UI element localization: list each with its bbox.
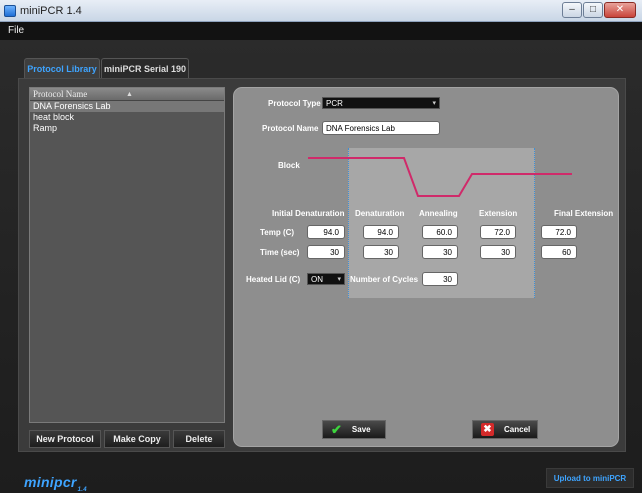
- stage-header-initial-denaturation: Initial Denaturation: [272, 209, 345, 218]
- temp-final-extension-input[interactable]: 72.0: [541, 225, 577, 239]
- upload-button[interactable]: Upload to miniPCR: [546, 468, 634, 488]
- time-final-extension-input[interactable]: 60: [541, 245, 577, 259]
- checkmark-icon: ✔: [331, 421, 342, 437]
- window-controls: – □ ✕: [562, 2, 636, 18]
- save-button[interactable]: ✔ Save: [322, 420, 386, 439]
- list-header-label: Protocol Name: [33, 89, 88, 99]
- cycles-label: Number of Cycles: [350, 275, 419, 284]
- temp-initial-denaturation-input[interactable]: 94.0: [307, 225, 345, 239]
- menu-bar: File: [0, 22, 642, 40]
- logo-version: 1.4: [77, 486, 87, 493]
- tab-protocol-library[interactable]: Protocol Library: [24, 58, 100, 78]
- window-title: miniPCR 1.4: [20, 5, 82, 17]
- stage-header-final-extension: Final Extension: [554, 209, 614, 218]
- stage-header-extension: Extension: [479, 209, 518, 218]
- menu-file[interactable]: File: [8, 25, 24, 36]
- cancel-label: Cancel: [504, 425, 531, 434]
- heated-lid-select[interactable]: ON ▾: [307, 273, 345, 285]
- minipcr-logo: minipcr1.4: [24, 474, 87, 493]
- sort-arrow-icon: ▲: [126, 90, 133, 98]
- title-bar: miniPCR 1.4 – □ ✕: [0, 0, 642, 22]
- profile-line: [308, 157, 572, 197]
- cancel-button[interactable]: ✖ Cancel: [472, 420, 538, 439]
- heated-lid-label: Heated Lid (C): [246, 275, 301, 284]
- heated-lid-value: ON: [311, 275, 323, 284]
- stage-header-annealing: Annealing: [419, 209, 458, 218]
- list-item[interactable]: DNA Forensics Lab: [30, 101, 224, 112]
- tab-minipcr-serial[interactable]: miniPCR Serial 190: [101, 58, 189, 78]
- stage-header-denaturation: Denaturation: [355, 209, 405, 218]
- library-panel: Protocol Name ▲ DNA Forensics Lab heat b…: [18, 78, 626, 452]
- temp-annealing-input[interactable]: 60.0: [422, 225, 458, 239]
- app-icon: [4, 5, 16, 17]
- work-area: Protocol Library miniPCR Serial 190 Prot…: [0, 40, 642, 493]
- time-initial-denaturation-input[interactable]: 30: [307, 245, 345, 259]
- close-icon: ✖: [481, 423, 494, 436]
- delete-button[interactable]: Delete: [173, 430, 225, 448]
- temp-denaturation-input[interactable]: 94.0: [363, 225, 399, 239]
- protocol-editor: Protocol Type PCR ▾ Protocol Name DNA Fo…: [233, 87, 619, 447]
- cycles-input[interactable]: 30: [422, 272, 458, 286]
- logo-text: minipcr: [24, 474, 77, 490]
- close-icon[interactable]: ✕: [604, 2, 636, 18]
- make-copy-button[interactable]: Make Copy: [104, 430, 170, 448]
- time-denaturation-input[interactable]: 30: [363, 245, 399, 259]
- list-header[interactable]: Protocol Name ▲: [30, 88, 224, 101]
- list-item[interactable]: Ramp: [30, 123, 224, 134]
- temp-extension-input[interactable]: 72.0: [480, 225, 516, 239]
- protocol-list: Protocol Name ▲ DNA Forensics Lab heat b…: [29, 87, 225, 423]
- time-annealing-input[interactable]: 30: [422, 245, 458, 259]
- minimize-icon[interactable]: –: [562, 2, 582, 18]
- time-label: Time (sec): [260, 248, 300, 257]
- chevron-down-icon: ▾: [337, 276, 341, 283]
- maximize-icon[interactable]: □: [583, 2, 603, 18]
- list-item[interactable]: heat block: [30, 112, 224, 123]
- new-protocol-button[interactable]: New Protocol: [29, 430, 101, 448]
- save-label: Save: [351, 425, 371, 434]
- time-extension-input[interactable]: 30: [480, 245, 516, 259]
- temp-label: Temp (C): [260, 228, 295, 237]
